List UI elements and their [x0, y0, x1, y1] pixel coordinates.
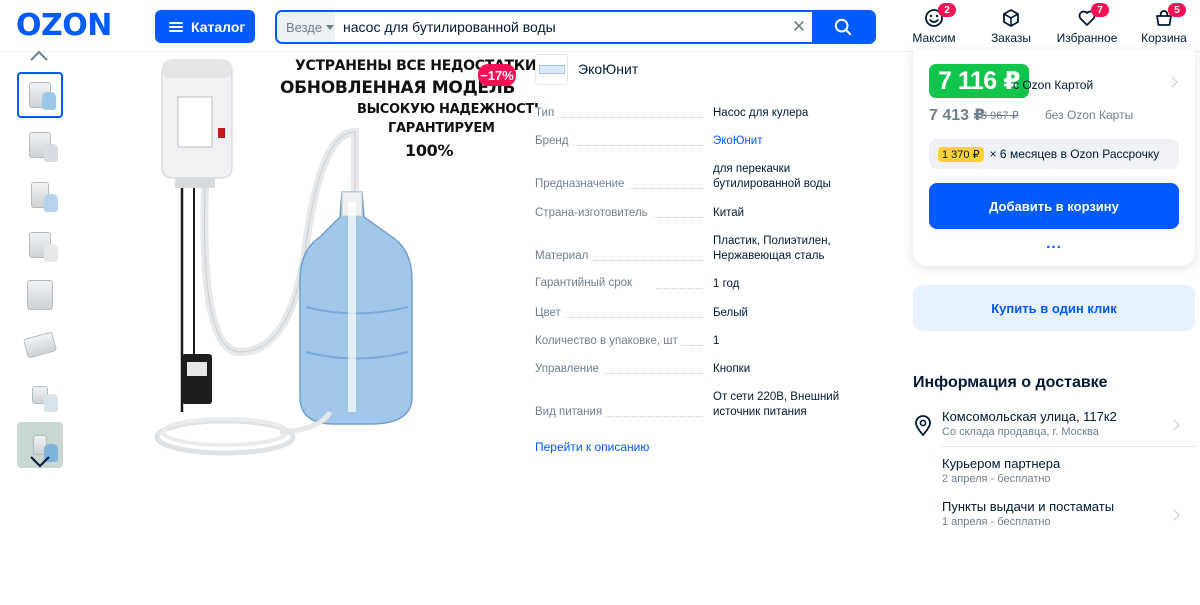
catalog-label: Каталог	[191, 18, 246, 35]
spec-key: Предназначение	[535, 177, 703, 192]
delivery-address[interactable]: Комсомольская улица, 117к2 Со склада про…	[913, 409, 1195, 438]
box-icon	[1003, 9, 1019, 27]
regular-price-note: без Ozon Карты	[1045, 108, 1134, 122]
promo-line-5: 100%	[405, 141, 454, 160]
delivery-main: Пункты выдачи и постаматы	[942, 499, 1115, 514]
menu-icon	[169, 20, 183, 34]
spec-key: Тип	[535, 106, 703, 121]
promo-line-4: ГАРАНТИРУЕМ	[388, 121, 495, 136]
thumbnail-list	[17, 72, 65, 472]
nav-cart-label: Корзина	[1141, 31, 1187, 45]
promo-line-3: ВЫСОКУЮ НАДЕЖНОСТЬ	[357, 102, 544, 117]
delivery-main: Комсомольская улица, 117к2	[942, 409, 1117, 424]
spec-key: Вид питания	[535, 405, 703, 420]
thumbnail[interactable]	[17, 272, 63, 318]
spec-row: Вид питания От сети 220В, Внешний источн…	[535, 390, 895, 420]
search-scope-select[interactable]: Везде	[277, 12, 335, 42]
favorites-badge: 7	[1091, 3, 1109, 17]
thumbnail[interactable]	[17, 72, 63, 118]
ozon-card-note: с Ozon Картой	[1013, 78, 1094, 92]
spec-row: Материал Пластик, Полиэтилен, Нержавеюща…	[535, 234, 895, 264]
delivery-title: Информация о доставке	[913, 374, 1108, 391]
spec-row: Бренд ЭкоЮнит	[535, 134, 895, 149]
spec-value: От сети 220В, Внешний источник питания	[713, 391, 840, 418]
search-icon	[834, 18, 852, 36]
spec-key: Гарантийный срок!	[535, 276, 703, 292]
installment-amount: 1 370 ₽	[938, 146, 984, 162]
info-icon[interactable]: !	[639, 279, 653, 292]
delivery-sub: 2 апреля - бесплатно	[942, 473, 1051, 485]
spec-row: Управление Кнопки	[535, 362, 895, 377]
spec-row: Гарантийный срок! 1 год	[535, 277, 895, 292]
seller-logo[interactable]	[535, 54, 568, 85]
spec-row: Страна-изготовитель Китай	[535, 206, 895, 221]
search-input[interactable]	[335, 12, 786, 42]
thumbnail[interactable]	[17, 122, 63, 168]
spec-key: Материал	[535, 249, 703, 264]
spec-row: Цвет Белый	[535, 306, 895, 321]
go-to-description-link[interactable]: Перейти к описанию	[535, 440, 649, 454]
chevron-down-icon[interactable]	[29, 455, 51, 469]
spec-value: 1	[713, 335, 720, 347]
seller-name[interactable]: ЭкоЮнит	[578, 61, 638, 77]
nav-cart[interactable]: 5 Корзина	[1140, 3, 1188, 46]
delivery-sub: Со склада продавца, г. Москва	[942, 426, 1099, 438]
thumbnail[interactable]	[17, 372, 63, 418]
spec-row: Тип Насос для кулера	[535, 106, 895, 121]
delivery-main: Курьером партнера	[942, 456, 1061, 471]
nav-orders[interactable]: Заказы	[988, 6, 1034, 46]
spec-key: Управление	[535, 362, 703, 377]
spec-value: 1 год	[713, 278, 740, 290]
search-button[interactable]	[812, 12, 874, 42]
spec-value: Китай	[713, 207, 745, 219]
installment-offer[interactable]: 1 370 ₽ × 6 месяцев в Ozon Рассрочку	[929, 139, 1179, 169]
delivery-sub: 1 апреля - бесплатно	[942, 516, 1051, 528]
spec-key: Цвет	[535, 306, 703, 321]
delivery-courier: Курьером партнера 2 апреля - бесплатно	[913, 456, 1195, 485]
cart-badge: 5	[1168, 3, 1186, 17]
spec-key: Бренд	[535, 134, 703, 149]
spec-value: для перекачки бутилированной воды	[713, 163, 831, 190]
catalog-button[interactable]: Каталог	[155, 10, 255, 43]
caret-down-icon	[326, 24, 335, 30]
thumbnail[interactable]	[17, 222, 63, 268]
nav-profile-label: Максим	[912, 31, 956, 45]
discount-badge: −17%	[478, 64, 516, 86]
spec-key: Количество в упаковке, шт	[535, 334, 703, 349]
thumbnail[interactable]	[17, 322, 63, 368]
profile-badge: 2	[938, 3, 956, 17]
regular-price: 7 413 ₽	[929, 107, 985, 124]
spec-row: Количество в упаковке, шт 1	[535, 334, 895, 349]
divider	[942, 446, 1195, 447]
spec-value: Пластик, Полиэтилен, Нержавеющая сталь	[713, 235, 831, 262]
delivery-pickup[interactable]: Пункты выдачи и постаматы 1 апреля - бес…	[913, 499, 1195, 528]
nav-orders-label: Заказы	[990, 31, 1032, 45]
more-options-button[interactable]: ...	[913, 235, 1195, 252]
nav-favorites[interactable]: 7 Избранное	[1056, 3, 1118, 46]
search-bar: Везде ✕	[275, 10, 876, 44]
spec-value: Кнопки	[713, 363, 751, 375]
ozon-logo[interactable]: OZON	[16, 8, 112, 43]
old-price: 8 967 ₽	[981, 110, 1019, 122]
add-to-cart-button[interactable]: Добавить в корзину	[929, 183, 1179, 229]
thumbnail[interactable]	[17, 172, 63, 218]
price-card: 7 116 ₽ с Ozon Картой 7 413 ₽ 8 967 ₽ бе…	[913, 50, 1195, 266]
clear-search-icon[interactable]: ✕	[786, 12, 812, 42]
installment-note: × 6 месяцев в Ozon Рассрочку	[989, 147, 1160, 161]
spec-row: Предназначение для перекачки бутилирован…	[535, 162, 895, 192]
product-image[interactable]: УСТРАНЕНЫ ВСЕ НЕДОСТАТКИ ОБНОВЛЕННАЯ МОД…	[130, 52, 544, 472]
spec-value: Насос для кулера	[713, 107, 809, 119]
chevron-up-icon[interactable]	[29, 50, 49, 62]
buy-one-click-button[interactable]: Купить в один клик	[913, 285, 1195, 331]
nav-profile[interactable]: 2 Максим	[911, 3, 957, 46]
chevron-right-icon[interactable]	[1166, 76, 1178, 88]
spec-key: Страна-изготовитель	[535, 206, 703, 221]
header: OZON Каталог Везде ✕ 2 Максим Заказы 7	[0, 0, 1200, 52]
search-scope-label: Везде	[286, 19, 323, 35]
spec-value: Белый	[713, 307, 748, 319]
brand-link[interactable]: ЭкоЮнит	[713, 134, 873, 149]
nav-favorites-label: Избранное	[1056, 31, 1118, 45]
